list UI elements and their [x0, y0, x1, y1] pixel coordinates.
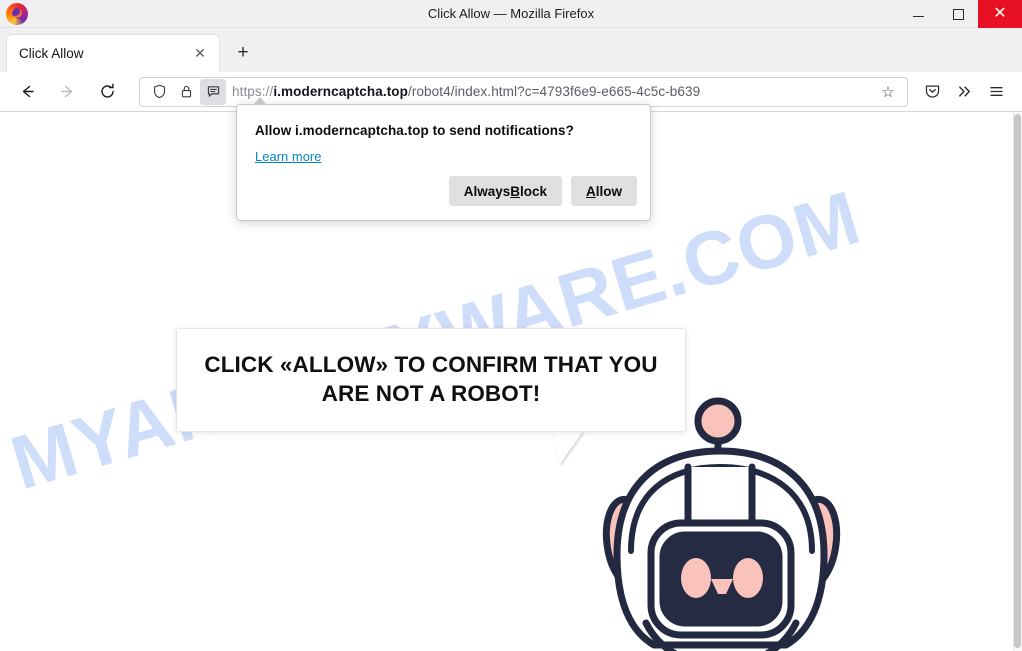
always-block-prefix: Always: [463, 183, 511, 199]
pocket-save-icon: [925, 85, 939, 98]
always-block-button[interactable]: Always Block: [448, 176, 562, 206]
close-icon: ✕: [993, 5, 1007, 22]
bubble-line-1: CLICK «ALLOW» TO CONFIRM THAT YOU: [204, 352, 658, 378]
forward-button[interactable]: [50, 77, 84, 107]
window-controls: ✕: [898, 0, 1022, 28]
shield-icon[interactable]: [146, 79, 172, 105]
tab-strip: Click Allow ✕ +: [0, 28, 1022, 72]
minimize-button[interactable]: [898, 0, 938, 28]
bubble-line-2: ARE NOT A ROBOT!: [321, 381, 541, 406]
pocket-save-button[interactable]: [916, 77, 948, 107]
robot-illustration: [602, 397, 841, 651]
always-block-suffix: lock: [519, 183, 547, 199]
notification-permission-icon[interactable]: [200, 78, 226, 105]
padlock-icon[interactable]: [173, 79, 199, 105]
back-button[interactable]: [10, 77, 44, 107]
tab-close-icon[interactable]: ✕: [189, 43, 211, 65]
antenna-bulb-icon: [694, 397, 742, 445]
address-bar[interactable]: https://i.moderncaptcha.top/robot4/index…: [139, 76, 908, 107]
bookmark-star-icon[interactable]: ☆: [875, 79, 901, 105]
app-menu-button[interactable]: [980, 77, 1012, 107]
reload-icon: [100, 83, 114, 98]
maximize-button[interactable]: [938, 0, 978, 28]
minimize-icon: [912, 15, 924, 17]
allow-button[interactable]: Allow: [571, 176, 637, 206]
url-scheme: https://: [232, 84, 274, 99]
url-domain: moderncaptcha.top: [281, 84, 408, 99]
window-title: Click Allow — Mozilla Firefox: [427, 6, 595, 21]
learn-more-link[interactable]: Learn more: [255, 149, 321, 164]
url-subdomain: i.: [273, 84, 282, 99]
site-identity-box: [146, 78, 226, 105]
notification-permission-popup: Allow i.moderncaptcha.top to send notifi…: [236, 104, 651, 221]
scrollbar-thumb[interactable]: [1014, 114, 1021, 648]
vertical-scrollbar[interactable]: [1013, 112, 1022, 651]
overflow-menu-button[interactable]: [948, 77, 980, 107]
back-arrow-icon: [22, 85, 34, 98]
firefox-browser-window: Click Allow — Mozilla Firefox ✕ Click Al…: [0, 0, 1022, 651]
speech-bubble-tail: [552, 430, 584, 464]
always-block-accel: B: [510, 183, 520, 199]
title-bar: Click Allow — Mozilla Firefox ✕: [0, 0, 1022, 28]
allow-accel: A: [586, 183, 596, 199]
url-path: /robot4/index.html?c=4793f6e9-e665-4c5c-…: [408, 84, 701, 99]
reload-button[interactable]: [90, 77, 124, 107]
maximize-icon: [952, 8, 964, 20]
tab-label: Click Allow: [19, 46, 84, 61]
doorhanger-title: Allow i.moderncaptcha.top to send notifi…: [255, 123, 574, 138]
chevron-double-right-icon: [958, 86, 970, 97]
tab-click-allow[interactable]: Click Allow ✕: [6, 34, 220, 72]
allow-suffix: llow: [595, 183, 622, 199]
doorhanger-buttons: Always Block Allow: [448, 176, 637, 206]
forward-arrow-icon: [60, 85, 72, 98]
hamburger-menu-icon: [989, 87, 1003, 96]
url-text[interactable]: https://i.moderncaptcha.top/robot4/index…: [232, 84, 875, 99]
new-tab-button[interactable]: +: [226, 36, 260, 70]
close-window-button[interactable]: ✕: [978, 0, 1022, 28]
